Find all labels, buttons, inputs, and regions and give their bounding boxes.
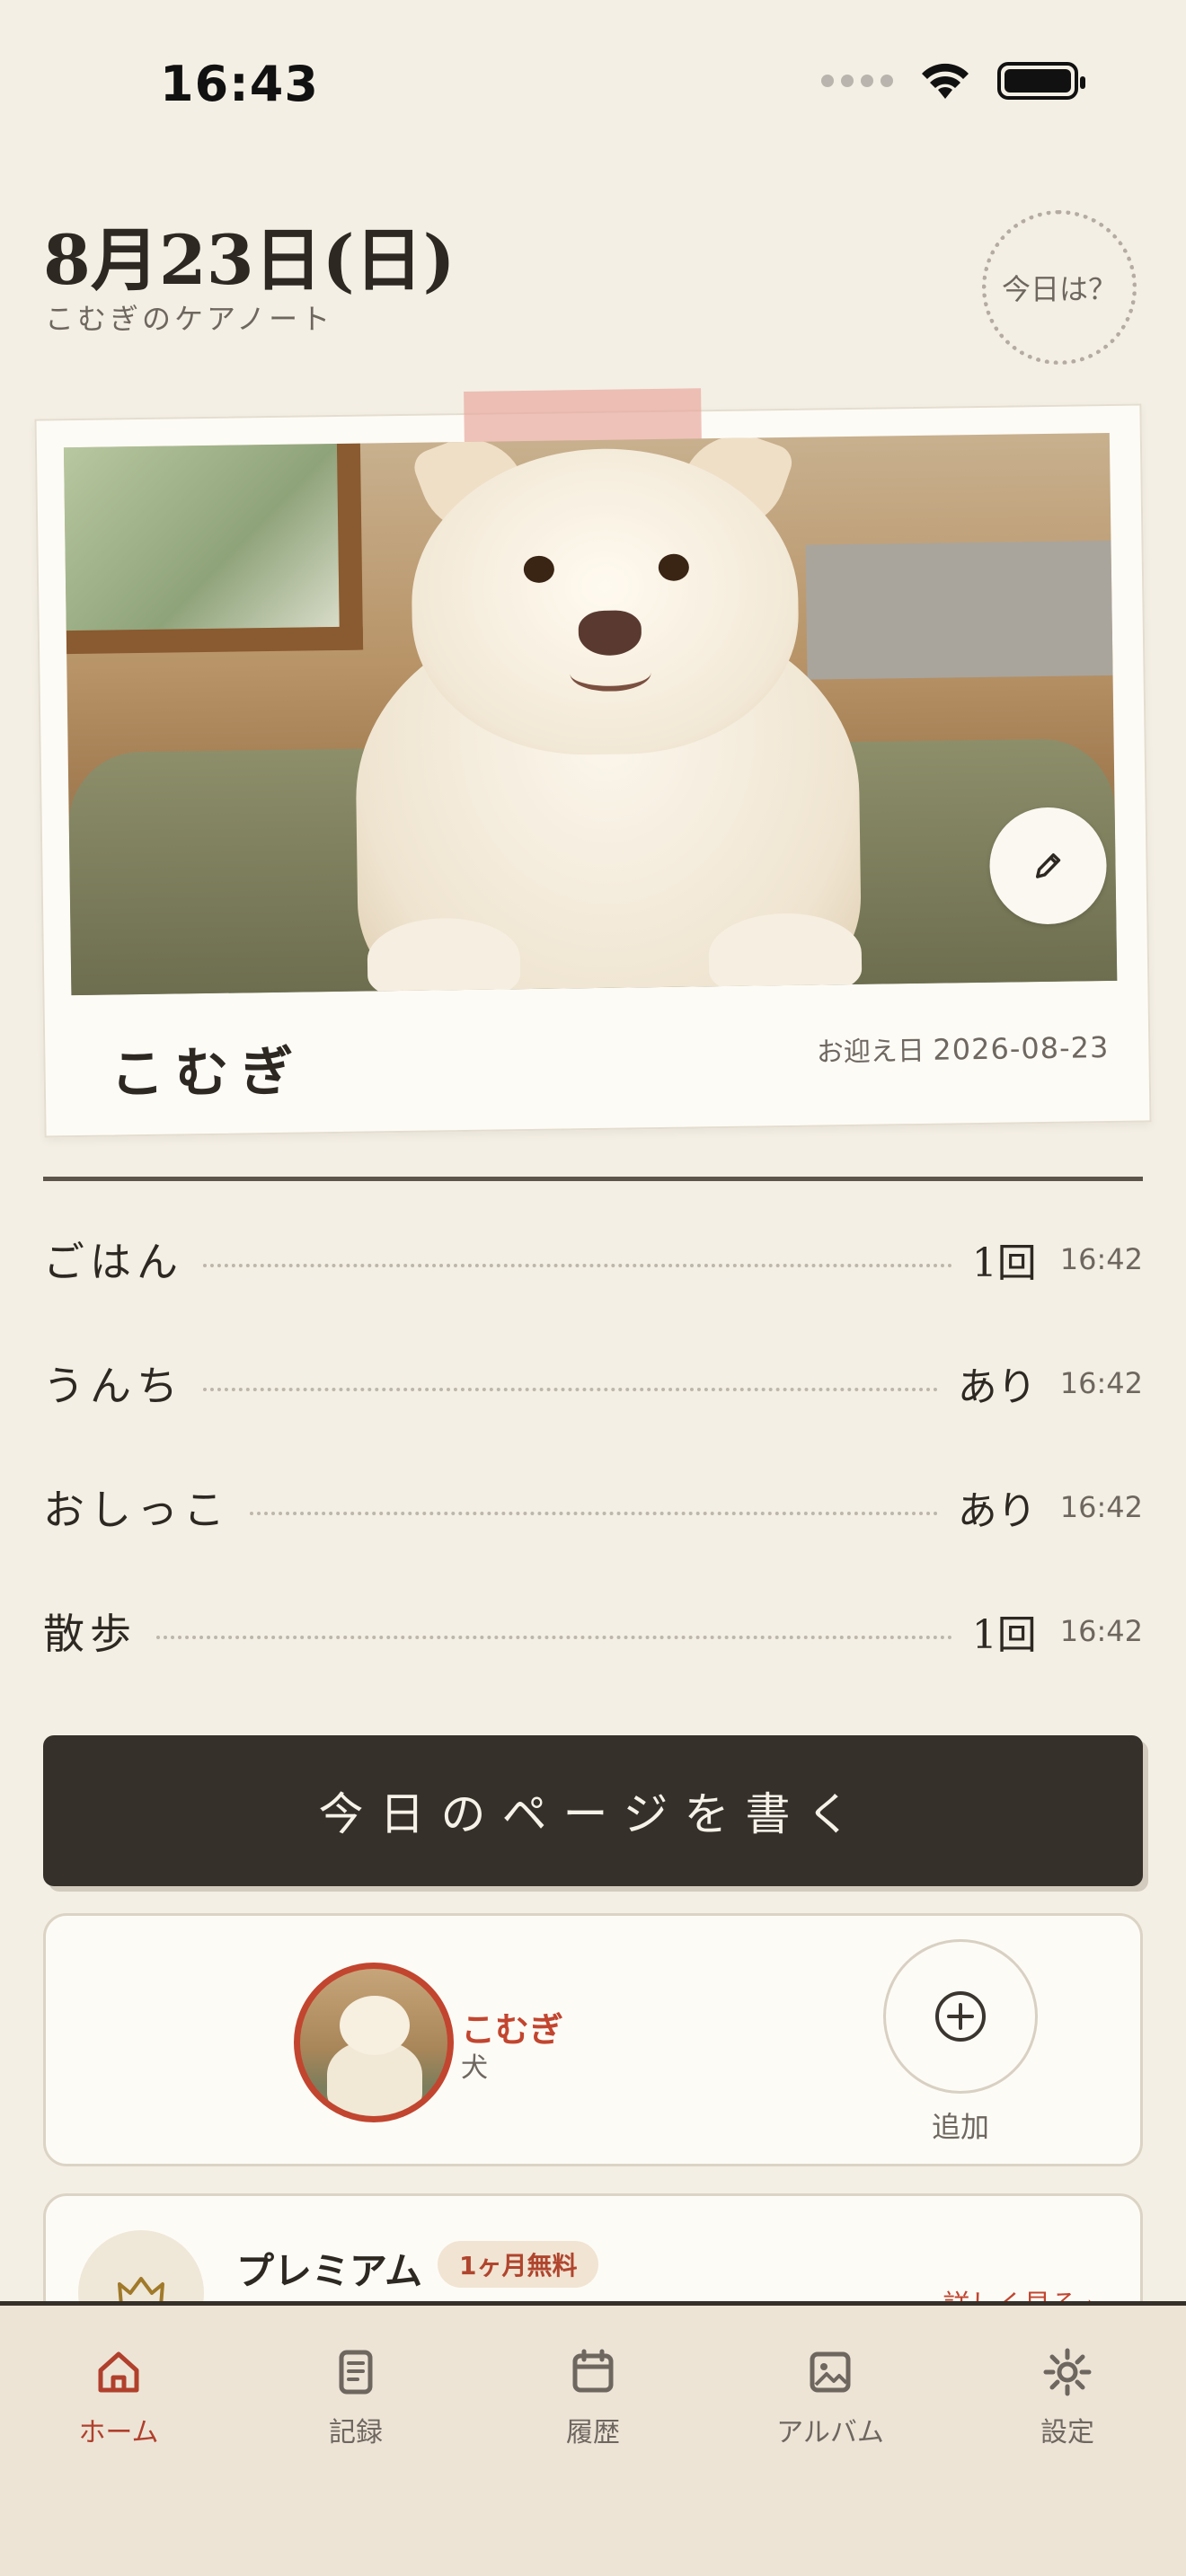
battery-icon bbox=[997, 62, 1085, 100]
calendar-icon bbox=[572, 2349, 614, 2393]
pet-switcher-card: こむぎ 犬 追加 bbox=[43, 1913, 1143, 2166]
tab-home[interactable]: ホーム bbox=[29, 2347, 208, 2449]
stat-row-walk[interactable]: 散歩 1回 16:42 bbox=[43, 1595, 1143, 1667]
pet-avatar[interactable] bbox=[294, 1963, 454, 2122]
stat-time: 16:42 bbox=[1059, 1242, 1143, 1276]
pet-chip-name[interactable]: こむぎ bbox=[461, 2002, 563, 2051]
plus-circle-icon bbox=[935, 1991, 986, 2042]
photo-icon bbox=[810, 2351, 851, 2393]
stat-row-pee[interactable]: おしっこ あり 16:42 bbox=[43, 1471, 1143, 1543]
section-divider bbox=[43, 1177, 1143, 1181]
pencil-icon bbox=[1035, 853, 1061, 878]
page-title-date: 8月23日(日) bbox=[43, 220, 456, 300]
pet-chip-type: 犬 bbox=[461, 2052, 488, 2084]
pet-photo-card: こむぎ お迎え日 2026-08-23 bbox=[34, 388, 1152, 1138]
stat-value: 1回 bbox=[971, 1240, 1037, 1286]
stat-time: 16:42 bbox=[1059, 1614, 1143, 1648]
stat-time: 16:42 bbox=[1059, 1366, 1143, 1400]
tab-bar: ホーム 記録 履歴 アルバム 設定 bbox=[0, 2301, 1186, 2576]
welcome-label: お迎え日 bbox=[816, 1035, 925, 1069]
stat-time: 16:42 bbox=[1059, 1490, 1143, 1524]
status-time: 16:43 bbox=[160, 56, 319, 112]
tab-settings[interactable]: 設定 bbox=[978, 2347, 1157, 2449]
stat-value: 1回 bbox=[971, 1612, 1037, 1658]
wifi-icon bbox=[922, 63, 969, 99]
tab-label: ホーム bbox=[78, 2417, 159, 2448]
pet-name: こむぎ bbox=[110, 1040, 305, 1107]
stat-label: ごはん bbox=[43, 1238, 183, 1286]
tab-label: 設定 bbox=[1040, 2417, 1094, 2448]
cellular-signal-icon bbox=[821, 75, 893, 87]
stat-label: おしっこ bbox=[43, 1486, 230, 1534]
status-icons bbox=[821, 61, 1085, 101]
gear-icon bbox=[1043, 2348, 1092, 2396]
tab-record[interactable]: 記録 bbox=[266, 2347, 446, 2449]
stat-row-poop[interactable]: うんち あり 16:42 bbox=[43, 1347, 1143, 1419]
stat-value: あり bbox=[957, 1364, 1037, 1410]
stat-label: うんち bbox=[43, 1362, 183, 1410]
stat-label: 散歩 bbox=[43, 1610, 137, 1658]
write-today-page-button[interactable]: 今日のページを書く bbox=[43, 1735, 1143, 1886]
today-button[interactable]: 今日は？ bbox=[982, 210, 1137, 365]
notebook-icon bbox=[339, 2350, 373, 2395]
page-subtitle: こむぎのケアノート bbox=[45, 302, 334, 336]
add-pet-label: 追加 bbox=[931, 2110, 989, 2144]
tab-label: 履歴 bbox=[566, 2417, 620, 2448]
add-pet-button[interactable] bbox=[883, 1939, 1038, 2094]
tab-album[interactable]: アルバム bbox=[740, 2347, 920, 2449]
welcome-date-value: 2026-08-23 bbox=[933, 1030, 1110, 1067]
premium-title: プレミアム bbox=[236, 2249, 423, 2293]
tab-label: アルバム bbox=[776, 2417, 884, 2448]
welcome-date: お迎え日 2026-08-23 bbox=[817, 1026, 1110, 1070]
premium-trial-badge: 1ヶ月無料 bbox=[438, 2241, 599, 2288]
tab-label: 記録 bbox=[329, 2417, 383, 2448]
tab-history[interactable]: 履歴 bbox=[503, 2347, 683, 2449]
pet-photo bbox=[63, 432, 1118, 996]
stat-value: あり bbox=[957, 1488, 1037, 1534]
stat-row-food[interactable]: ごはん 1回 16:42 bbox=[43, 1223, 1143, 1295]
home-icon bbox=[98, 2351, 139, 2393]
